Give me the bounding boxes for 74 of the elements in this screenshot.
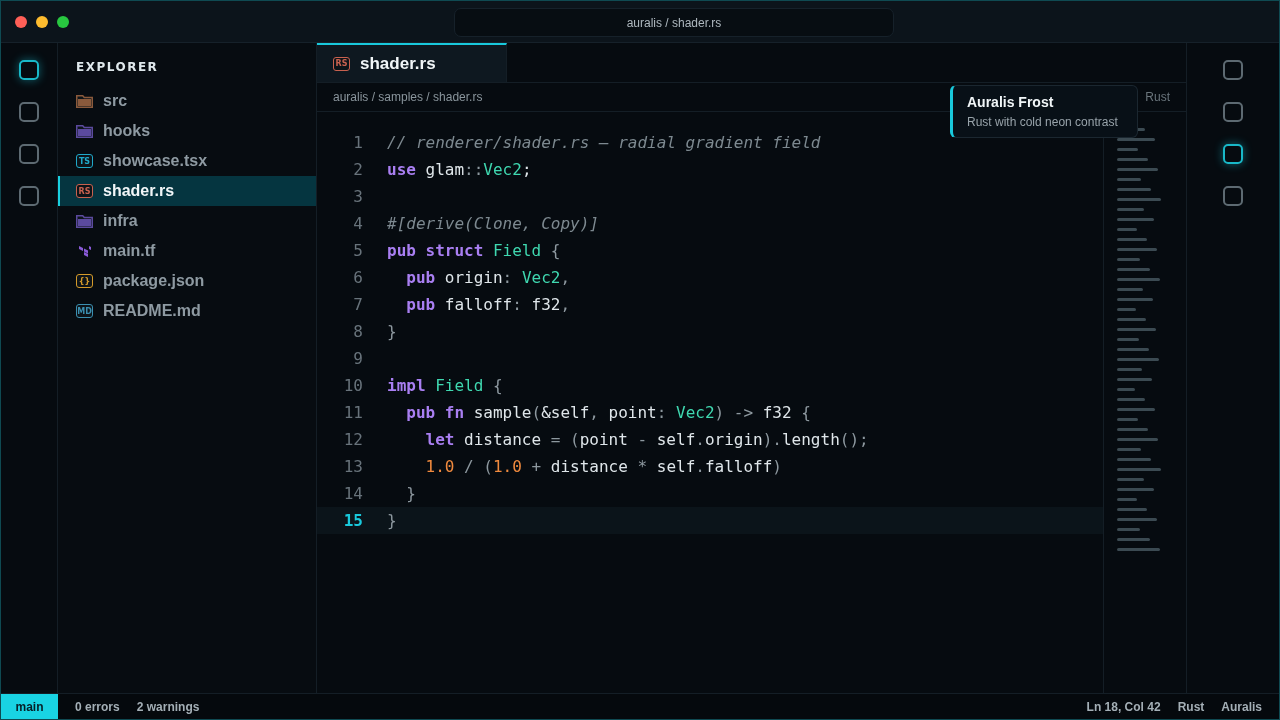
branch-indicator[interactable]: main	[1, 694, 58, 719]
code-line: }	[405, 484, 416, 503]
tooltip-title: Auralis Frost	[967, 94, 1055, 110]
panel-icon[interactable]	[1223, 102, 1243, 122]
line-number: 12	[342, 430, 363, 449]
file-tree-item[interactable]: {} package.json	[58, 266, 316, 296]
panel-icon[interactable]	[1223, 144, 1243, 164]
file-tree-item[interactable]: main.tf	[58, 236, 316, 266]
file-tree-item[interactable]: hooks	[58, 116, 316, 146]
code-line: 1.0 / (1.0 + distance * self.falloff)	[424, 457, 782, 476]
line-number: 1	[352, 133, 363, 152]
line-number: 9	[352, 349, 363, 368]
code-line: }	[387, 322, 397, 341]
file-name: main.tf	[103, 242, 156, 260]
file-name: src	[103, 92, 128, 110]
code-line: pub falloff: f32,	[405, 295, 571, 314]
close-button[interactable]	[15, 15, 27, 28]
line-number: 13	[342, 457, 363, 476]
window-title[interactable]: auralis / shader.rs	[454, 8, 894, 37]
tooltip-subtitle: Rust with cold neon contrast	[967, 115, 1119, 129]
code-line: use glam::Vec2;	[387, 160, 532, 179]
file-type-icon: RS	[76, 184, 93, 198]
line-number: 3	[352, 187, 363, 206]
line-number: 7	[352, 295, 363, 314]
line-number: 5	[352, 241, 363, 260]
file-tree-item[interactable]: infra	[58, 206, 316, 236]
error-count[interactable]: 0 errors	[75, 699, 120, 714]
minimize-button[interactable]	[36, 15, 48, 28]
line-number: 4	[352, 214, 363, 233]
line-number: 2	[352, 160, 363, 179]
file-name: shader.rs	[103, 182, 175, 200]
file-tree-item[interactable]: RS shader.rs	[58, 176, 316, 206]
explorer-title: EXPLORER	[75, 60, 160, 74]
file-name: showcase.tsx	[103, 152, 208, 170]
line-number: 15	[342, 511, 363, 530]
zoom-button[interactable]	[57, 15, 69, 28]
line-number: 11	[342, 403, 363, 422]
file-name: infra	[103, 212, 138, 230]
file-type-icon: TS	[76, 154, 93, 168]
activity-icon[interactable]	[19, 60, 39, 80]
file-tree-item[interactable]: src	[58, 86, 316, 116]
activity-icon[interactable]	[19, 102, 39, 122]
file-name: README.md	[103, 302, 201, 320]
file-type-icon: MD	[76, 304, 93, 318]
code-line: pub struct Field {	[387, 241, 561, 260]
file-tree-item[interactable]: MD README.md	[58, 296, 316, 326]
language-mode[interactable]: Rust	[1177, 699, 1205, 714]
line-number: 6	[352, 268, 363, 287]
line-number: 10	[342, 376, 363, 395]
code-line: impl Field {	[387, 376, 503, 395]
code-line: #[derive(Clone, Copy)]	[387, 214, 599, 233]
cursor-position[interactable]: Ln 18, Col 42	[1086, 699, 1161, 714]
panel-icon[interactable]	[1223, 60, 1243, 80]
file-type-icon: RS	[333, 56, 350, 71]
code-line: pub origin: Vec2,	[405, 268, 571, 287]
code-line: // renderer/shader.rs — radial gradient field	[387, 133, 821, 152]
file-name: hooks	[103, 122, 151, 140]
code-line: let distance = (point - self.origin).length();	[424, 430, 869, 449]
file-name: package.json	[103, 272, 205, 290]
warning-count[interactable]: 2 warnings	[136, 699, 200, 714]
language-label: Rust	[1145, 90, 1170, 104]
activity-icon[interactable]	[19, 186, 39, 206]
panel-icon[interactable]	[1223, 186, 1243, 206]
activity-icon[interactable]	[19, 144, 39, 164]
code-line: }	[387, 511, 397, 530]
line-number: 14	[342, 484, 363, 503]
code-line: pub fn sample(&self, point: Vec2) -> f32 {	[405, 403, 811, 422]
file-tree-item[interactable]: TS showcase.tsx	[58, 146, 316, 176]
editor-tab[interactable]: RS shader.rs	[317, 43, 507, 82]
file-type-icon: {}	[76, 274, 93, 288]
breadcrumb: auralis / samples / shader.rs	[333, 90, 483, 104]
tab-label: shader.rs	[360, 53, 436, 74]
theme-name[interactable]: Auralis	[1221, 699, 1262, 714]
line-number: 8	[352, 322, 363, 341]
